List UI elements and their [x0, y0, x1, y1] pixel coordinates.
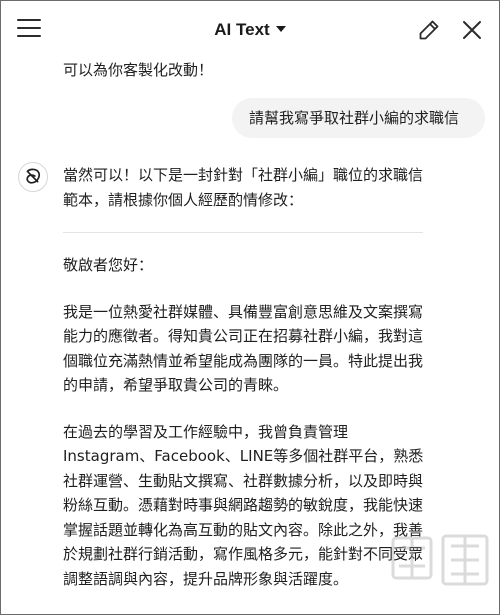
- top-bar: AI Text: [1, 1, 499, 59]
- letter-paragraph-1: 我是一位熱愛社群媒體、具備豐富創意思維及文案撰寫能力的應徵者。得知貴公司正在招募…: [63, 302, 424, 395]
- close-icon[interactable]: [462, 20, 482, 40]
- pencil-icon[interactable]: [417, 18, 441, 42]
- letter-greeting: 敬啟者您好：: [63, 256, 154, 274]
- assistant-intro: 當然可以！以下是一封針對「社群小編」職位的求職信範本，請根據你個人經歷酌情修改：: [63, 166, 424, 209]
- message-divider: [63, 232, 423, 233]
- app-window: AI Text 可以為你客製化改動！ 請幫我寫爭取社群小編的求職信 當然可以！以…: [0, 0, 500, 615]
- assistant-message: 當然可以！以下是一封針對「社群小編」職位的求職信範本，請根據你個人經歷酌情修改：…: [63, 163, 435, 591]
- chevron-down-icon: [275, 26, 286, 32]
- assistant-logo-icon: [18, 162, 48, 192]
- letter-paragraph-2: 在過去的學習及工作經驗中，我曾負責管理Instagram、Facebook、LI…: [63, 422, 424, 588]
- user-message-bubble: 請幫我寫爭取社群小編的求職信: [232, 98, 485, 138]
- app-title: AI Text: [214, 20, 270, 39]
- previous-message-fragment: 可以為你客製化改動！: [63, 61, 214, 79]
